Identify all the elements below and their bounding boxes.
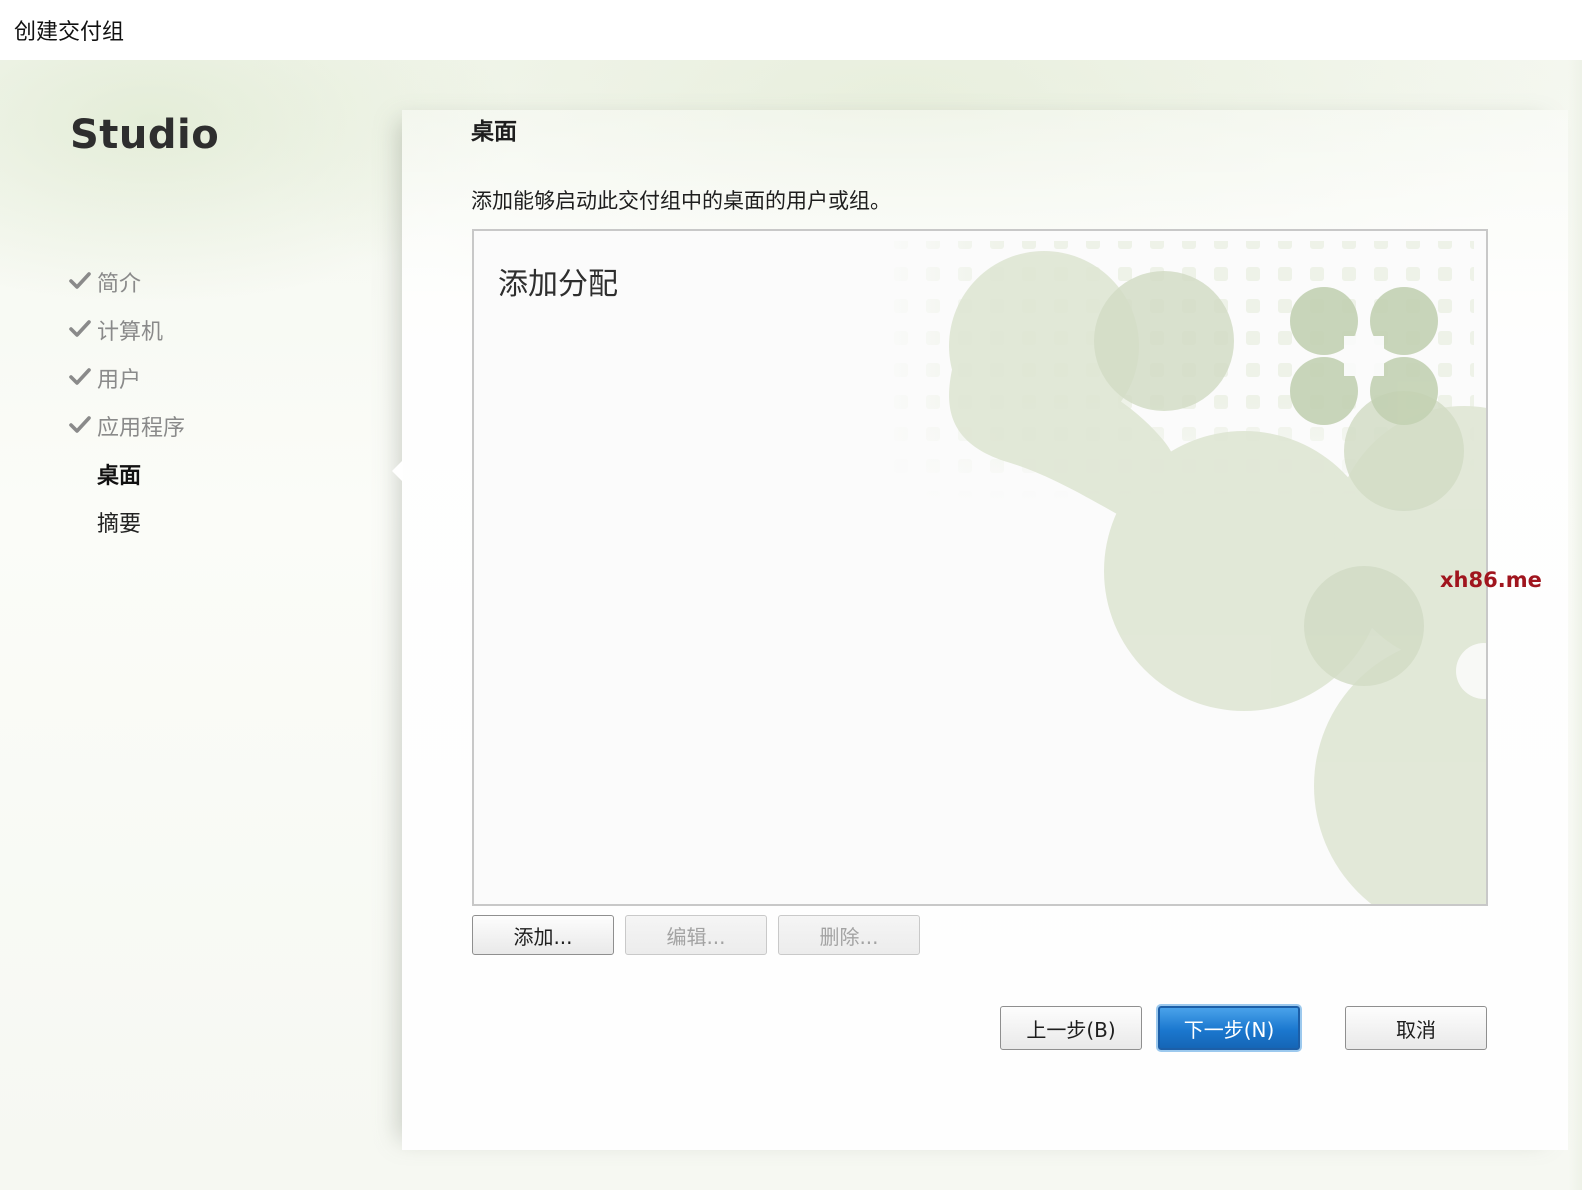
step-machines: 计算机	[66, 310, 366, 358]
studio-brand: Studio	[70, 112, 220, 158]
current-step-pointer	[392, 460, 403, 482]
next-button[interactable]: 下一步(N)	[1158, 1006, 1300, 1050]
step-label: 用户	[97, 368, 142, 393]
step-label: 简介	[97, 272, 142, 297]
title-bar: 创建交付组	[0, 0, 1582, 61]
page-description: 添加能够启动此交付组中的桌面的用户或组。	[471, 189, 891, 213]
step-users: 用户	[66, 358, 366, 406]
citrix-watermark-graphic	[874, 241, 1486, 904]
checkmark-icon	[69, 368, 91, 385]
step-label: 应用程序	[97, 416, 186, 441]
step-label: 计算机	[97, 320, 164, 345]
checkmark-icon	[69, 320, 91, 337]
empty-state-title: 添加分配	[498, 267, 618, 302]
step-summary: 摘要	[66, 502, 366, 550]
delete-button[interactable]: 删除...	[778, 915, 920, 955]
assignment-list[interactable]: 添加分配	[472, 229, 1488, 906]
back-button[interactable]: 上一步(B)	[1000, 1006, 1142, 1050]
step-applications: 应用程序	[66, 406, 366, 454]
window-title: 创建交付组	[14, 20, 125, 45]
cancel-button[interactable]: 取消	[1345, 1006, 1487, 1050]
step-label: 桌面	[97, 464, 142, 489]
checkmark-icon	[69, 416, 91, 433]
step-label: 摘要	[97, 512, 142, 537]
add-button[interactable]: 添加...	[472, 915, 614, 955]
wizard-steps: 简介 计算机 用户 应用程序 桌面 摘要	[66, 262, 366, 550]
step-desktops: 桌面	[66, 454, 366, 502]
site-watermark-text: xh86.me	[1440, 568, 1542, 592]
step-intro: 简介	[66, 262, 366, 310]
checkmark-icon	[69, 272, 91, 289]
edit-button[interactable]: 编辑...	[625, 915, 767, 955]
page-title: 桌面	[471, 119, 517, 145]
